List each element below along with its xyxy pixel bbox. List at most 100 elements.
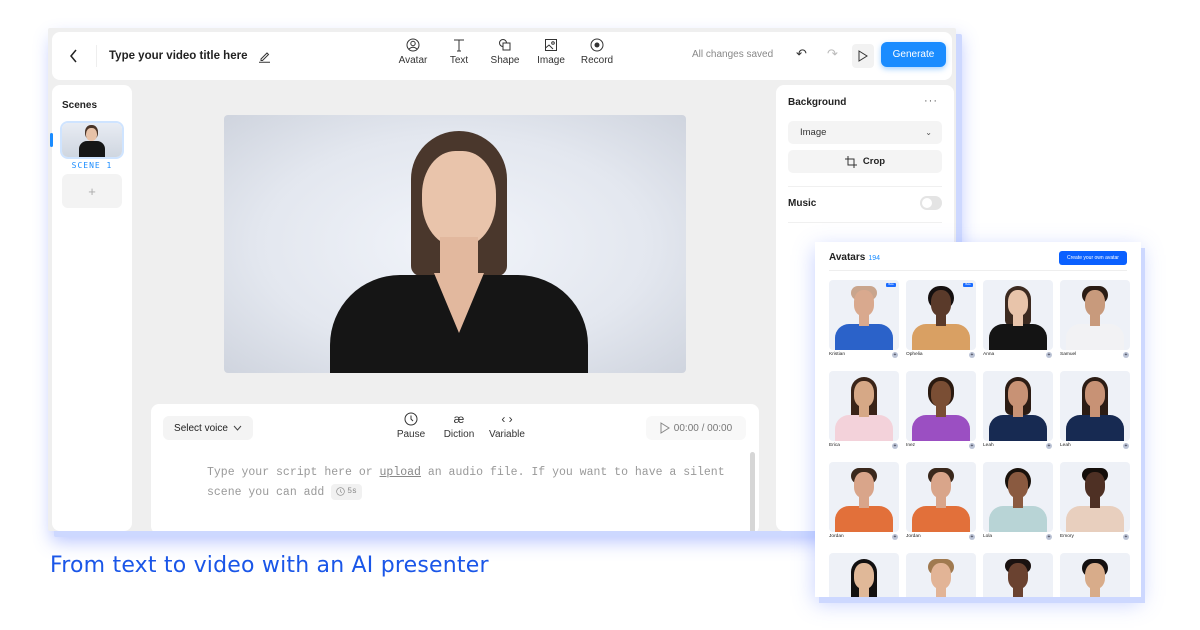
avatar-thumbnail[interactable]	[983, 371, 1053, 441]
avatars-library-card: Avatars 194 Create your own avatar Beta Kr…	[815, 242, 1141, 597]
avatar-thumbnail[interactable]	[829, 553, 899, 597]
save-status: All changes saved	[692, 49, 774, 60]
add-avatar-icon[interactable]: +	[1123, 352, 1129, 358]
tool-shape[interactable]: Shape	[482, 38, 528, 66]
add-avatar-icon[interactable]: +	[1123, 534, 1129, 540]
preview-play-button[interactable]	[852, 44, 874, 68]
upload-link[interactable]: upload	[380, 466, 421, 479]
pause-chip[interactable]: 5s	[331, 483, 362, 500]
add-avatar-icon[interactable]: +	[1046, 443, 1052, 449]
pencil-icon[interactable]	[257, 49, 271, 63]
more-options-icon[interactable]: ···	[924, 95, 938, 107]
select-voice-dropdown[interactable]: Select voice	[163, 416, 253, 440]
tool-avatar[interactable]: Avatar	[390, 38, 436, 66]
avatar-thumbnail[interactable]	[829, 371, 899, 441]
avatar-name: Leah	[1060, 443, 1071, 448]
avatar-card[interactable]: Inez +	[906, 371, 976, 450]
add-avatar-icon[interactable]: +	[969, 443, 975, 449]
clock-icon	[404, 412, 418, 426]
avatar-card[interactable]: Emory +	[1060, 462, 1130, 541]
avatar-face	[931, 563, 951, 589]
redo-icon[interactable]: ↷	[827, 46, 838, 62]
avatar-body	[912, 415, 970, 441]
pause-duration: 5s	[347, 486, 357, 496]
avatar-name: Jordan	[829, 534, 844, 539]
avatar-thumbnail[interactable]	[1060, 462, 1130, 532]
tool-image[interactable]: Image	[528, 38, 574, 66]
add-avatar-icon[interactable]: +	[969, 352, 975, 358]
avatar-face	[1008, 381, 1028, 407]
record-icon	[590, 38, 604, 52]
avatar-thumbnail[interactable]	[983, 553, 1053, 597]
add-avatar-icon[interactable]: +	[1123, 443, 1129, 449]
scene-thumbnail[interactable]	[62, 123, 122, 157]
avatar-name: Emory	[1060, 534, 1074, 539]
avatar-thumbnail[interactable]: Beta	[906, 280, 976, 350]
variable-tool[interactable]: ‹ › Variable	[483, 412, 531, 440]
pause-tool[interactable]: Pause	[387, 412, 435, 440]
add-scene-button[interactable]: +	[62, 174, 122, 208]
avatar-card[interactable]: Anna +	[983, 280, 1053, 359]
avatar-card[interactable]: Erica +	[829, 371, 899, 450]
add-avatar-icon[interactable]: +	[1046, 534, 1052, 540]
audio-preview-button[interactable]: 00:00 / 00:00	[646, 416, 746, 440]
avatar-face	[931, 290, 951, 316]
avatar-thumbnail[interactable]	[1060, 371, 1130, 441]
background-type-select[interactable]: Image ⌄	[788, 121, 942, 144]
script-scrollbar[interactable]	[750, 452, 755, 531]
avatar-face	[931, 472, 951, 498]
scenes-title: Scenes	[62, 100, 98, 111]
avatar-thumbnail[interactable]	[906, 553, 976, 597]
avatar-card[interactable]: Beta Kristian +	[829, 280, 899, 359]
avatar-body	[835, 415, 893, 441]
tool-label: Pause	[396, 429, 426, 440]
avatar-card[interactable]: Leah +	[983, 371, 1053, 450]
avatar-thumbnail[interactable]	[906, 371, 976, 441]
add-avatar-icon[interactable]: +	[1046, 352, 1052, 358]
avatar-thumbnail[interactable]	[906, 462, 976, 532]
music-toggle[interactable]	[920, 196, 942, 210]
avatar-thumbnail[interactable]	[983, 280, 1053, 350]
avatar-body	[989, 415, 1047, 441]
avatar-card[interactable]	[906, 553, 976, 597]
add-avatar-icon[interactable]: +	[969, 534, 975, 540]
avatar-name: Ophelia	[906, 352, 923, 357]
avatar-card[interactable]	[829, 553, 899, 597]
video-title-input[interactable]: Type your video title here	[109, 50, 247, 62]
avatar-thumbnail[interactable]	[1060, 553, 1130, 597]
tool-record[interactable]: Record	[574, 38, 620, 66]
image-icon	[545, 39, 557, 51]
scenes-panel: Scenes SCENE 1 +	[50, 85, 132, 531]
add-avatar-icon[interactable]: +	[892, 443, 898, 449]
avatar-card[interactable]: Beta Ophelia +	[906, 280, 976, 359]
avatar-thumbnail[interactable]	[1060, 280, 1130, 350]
tool-text[interactable]: Text	[436, 38, 482, 66]
avatar-thumbnail[interactable]: Beta	[829, 280, 899, 350]
undo-icon[interactable]: ↶	[796, 46, 807, 62]
video-preview-canvas[interactable]	[224, 115, 686, 373]
avatar-thumbnail[interactable]	[983, 462, 1053, 532]
avatar-card[interactable]	[1060, 553, 1130, 597]
avatar-card[interactable]: Leah +	[1060, 371, 1130, 450]
avatar-card[interactable]: Lola +	[983, 462, 1053, 541]
play-icon	[858, 50, 868, 62]
generate-button[interactable]: Generate	[881, 42, 946, 67]
avatar-card[interactable]	[983, 553, 1053, 597]
script-input[interactable]: Type your script here or upload an audio…	[207, 463, 727, 503]
add-avatar-icon[interactable]: +	[892, 534, 898, 540]
avatar-body	[835, 324, 893, 350]
avatar-card[interactable]: Samuel +	[1060, 280, 1130, 359]
add-avatar-icon[interactable]: +	[892, 352, 898, 358]
back-button[interactable]	[52, 32, 96, 80]
active-scene-indicator	[50, 133, 53, 147]
create-avatar-button[interactable]: Create your own avatar	[1059, 251, 1127, 265]
avatars-title: Avatars 194	[829, 252, 880, 263]
avatar-card[interactable]: Jordan +	[906, 462, 976, 541]
avatar-thumbnail[interactable]	[829, 462, 899, 532]
avatar-card[interactable]: Jordan +	[829, 462, 899, 541]
diction-tool[interactable]: æ Diction	[435, 412, 483, 440]
crop-button[interactable]: Crop	[788, 150, 942, 173]
divider	[96, 45, 97, 67]
avatar-body	[835, 506, 893, 532]
presenter-neckline	[434, 273, 484, 333]
